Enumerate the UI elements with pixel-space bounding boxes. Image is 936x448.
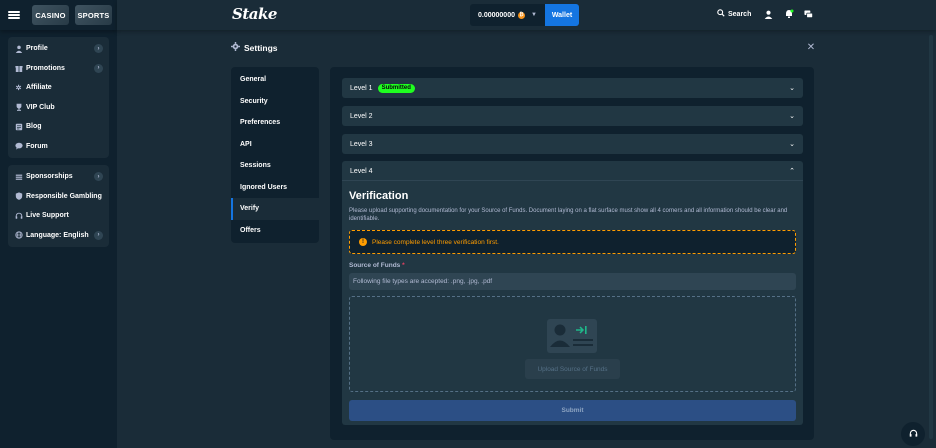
sidebar-item-label: Language: English	[26, 231, 89, 239]
sidebar-item-blog[interactable]: Blog	[8, 117, 109, 137]
sidebar-item-label: Forum	[26, 142, 48, 150]
sidebar-item-forum[interactable]: Forum	[8, 137, 109, 157]
verification-description: Please upload supporting documentation f…	[349, 208, 788, 222]
live-support-fab[interactable]	[901, 422, 925, 446]
chevron-down-icon: ⌄	[789, 85, 795, 92]
stake-logo[interactable]: Stake	[232, 5, 277, 23]
sidebar-item-promotions[interactable]: Promotions ›	[8, 59, 109, 79]
casino-button[interactable]: CASINO	[32, 5, 69, 25]
sidebar-item-responsible-gambling[interactable]: Responsible Gambling	[8, 187, 109, 207]
sponsorship-icon	[14, 172, 23, 181]
settings-title-text: Settings	[244, 42, 278, 53]
chevron-down-icon: ▼	[530, 12, 537, 18]
submit-button[interactable]: Submit	[349, 400, 796, 421]
notifications-icon[interactable]	[784, 9, 794, 19]
chevron-down-icon: ⌄	[789, 113, 795, 120]
page-title: Settings	[231, 42, 278, 53]
shield-icon	[14, 192, 23, 201]
sidebar-item-label: VIP Club	[26, 103, 55, 111]
affiliate-icon: ✲	[15, 84, 22, 92]
file-types-info: Following file types are accepted: .png,…	[349, 273, 796, 290]
balance-amount: 0.00000000	[478, 11, 515, 19]
level-label: Level 2	[350, 112, 373, 120]
source-of-funds-label: Source of Funds *	[349, 262, 405, 269]
headset-icon	[14, 211, 23, 220]
sidebar-item-label: Affiliate	[26, 84, 52, 92]
headset-icon	[909, 429, 918, 440]
sidebar-item-language[interactable]: Language: English ›	[8, 226, 109, 246]
user-icon[interactable]	[763, 9, 773, 19]
gear-icon	[231, 42, 240, 53]
sidebar-item-label: Promotions	[26, 64, 65, 72]
warning-banner: ! Please complete level three verificati…	[349, 230, 796, 254]
verify-panel: Level 1 Submitted ⌄ Level 2 ⌄ Level 3 ⌄ …	[330, 67, 814, 440]
chevron-right-icon: ›	[94, 230, 103, 240]
page-scrollbar[interactable]	[929, 35, 933, 439]
trophy-icon	[14, 103, 23, 112]
gift-icon	[14, 64, 23, 73]
balance-selector[interactable]: 0.00000000 ₿ ▼	[470, 4, 546, 26]
level-1-accordion[interactable]: Level 1 Submitted ⌄	[342, 78, 803, 98]
search-icon	[717, 9, 725, 19]
settings-nav: General Security Preferences API Session…	[231, 67, 319, 243]
top-bar: Stake 0.00000000 ₿ ▼ Wallet Search	[117, 0, 936, 30]
sidebar-item-label: Profile	[26, 45, 48, 53]
sidebar-header: CASINO SPORTS	[0, 0, 117, 30]
sidebar-item-vip-club[interactable]: VIP Club	[8, 98, 109, 118]
settings-nav-ignored-users[interactable]: Ignored Users	[231, 177, 319, 199]
settings-nav-sessions[interactable]: Sessions	[231, 155, 319, 177]
level-label: Level 1	[350, 84, 373, 92]
id-card-icon	[547, 319, 597, 353]
level-2-accordion[interactable]: Level 2 ⌄	[342, 106, 803, 126]
settings-nav-security[interactable]: Security	[231, 91, 319, 113]
level-4-accordion[interactable]: Level 4 ⌃	[342, 161, 803, 181]
sidebar-item-label: Blog	[26, 123, 42, 131]
warning-icon: !	[359, 238, 367, 246]
wallet-button[interactable]: Wallet	[545, 4, 579, 26]
warning-text: Please complete level three verification…	[372, 238, 499, 246]
settings-nav-offers[interactable]: Offers	[231, 220, 319, 242]
search-label: Search	[728, 10, 752, 18]
chevron-up-icon: ⌃	[789, 168, 795, 175]
globe-icon	[14, 231, 23, 240]
source-label-text: Source of Funds	[349, 262, 401, 269]
sidebar-group-secondary: Sponsorships › Responsible Gambling Live…	[8, 165, 109, 247]
sidebar-item-sponsorships[interactable]: Sponsorships ›	[8, 167, 109, 187]
chevron-right-icon: ›	[94, 44, 103, 54]
bitcoin-icon: ₿	[517, 11, 525, 19]
chevron-right-icon: ›	[94, 63, 103, 73]
level-4-content: Verification Please upload supporting do…	[342, 180, 803, 425]
level-3-accordion[interactable]: Level 3 ⌄	[342, 134, 803, 154]
level-label: Level 3	[350, 140, 373, 148]
blog-icon	[14, 122, 23, 131]
close-icon[interactable]: ✕	[806, 42, 816, 53]
chat-icon[interactable]	[803, 9, 813, 19]
sidebar-group-main: Profile › Promotions › ✲ Affiliate VIP C…	[8, 37, 109, 158]
settings-nav-general[interactable]: General	[231, 69, 319, 91]
required-mark: *	[402, 262, 405, 269]
sidebar-item-live-support[interactable]: Live Support	[8, 206, 109, 226]
sidebar-item-label: Sponsorships	[26, 173, 73, 181]
menu-icon[interactable]	[8, 9, 20, 21]
sidebar-item-profile[interactable]: Profile ›	[8, 39, 109, 59]
chevron-right-icon: ›	[94, 172, 103, 182]
level-label: Level 4	[350, 167, 373, 175]
status-badge: Submitted	[377, 83, 415, 93]
settings-nav-preferences[interactable]: Preferences	[231, 112, 319, 134]
forum-icon	[14, 142, 23, 151]
sports-button[interactable]: SPORTS	[75, 5, 112, 25]
upload-source-of-funds-button[interactable]: Upload Source of Funds	[525, 359, 620, 379]
sidebar: CASINO SPORTS Profile › Promotions › ✲ A…	[0, 0, 117, 448]
search-button[interactable]: Search	[717, 9, 751, 19]
chevron-down-icon: ⌄	[789, 141, 795, 148]
settings-nav-verify[interactable]: Verify	[231, 198, 319, 220]
sidebar-item-label: Live Support	[26, 212, 69, 220]
file-drop-zone[interactable]: Upload Source of Funds	[349, 296, 796, 392]
verification-title: Verification	[349, 190, 409, 202]
sidebar-item-label: Responsible Gambling	[26, 192, 102, 200]
sidebar-item-affiliate[interactable]: ✲ Affiliate	[8, 78, 109, 98]
settings-nav-api[interactable]: API	[231, 134, 319, 156]
user-icon	[14, 44, 23, 53]
